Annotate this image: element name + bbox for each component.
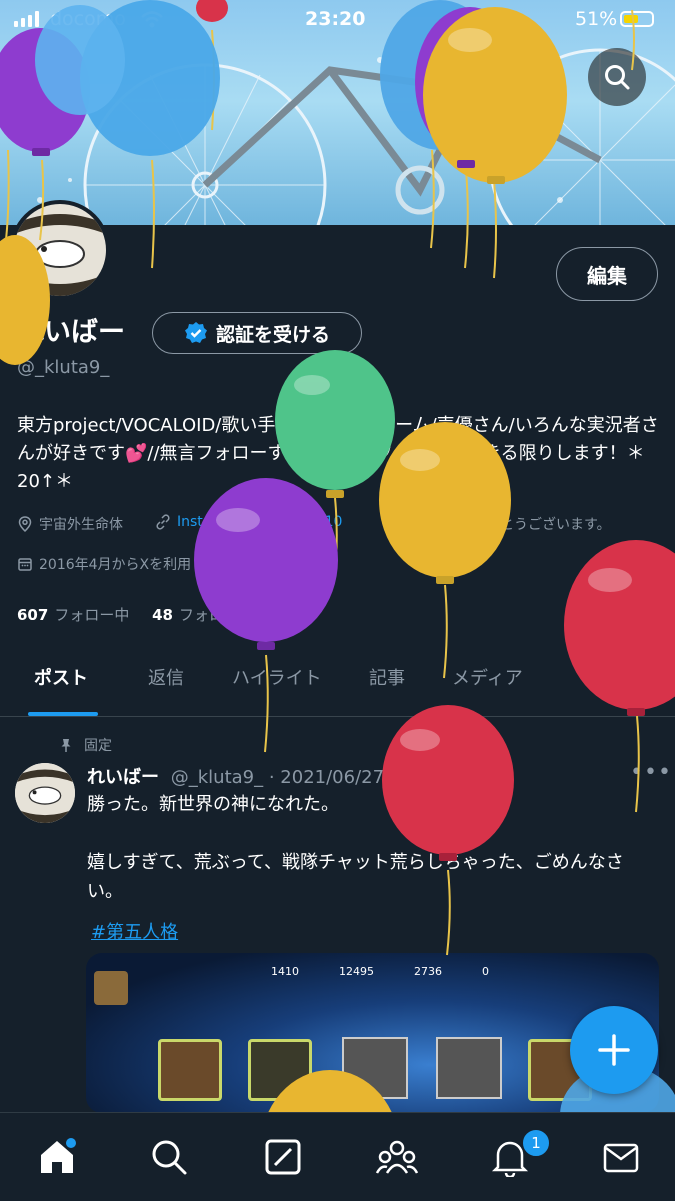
following-count: 607 bbox=[17, 606, 49, 624]
followers-link[interactable]: 48 フォロワー bbox=[152, 606, 254, 624]
door-icon bbox=[94, 971, 128, 1005]
nav-communities[interactable] bbox=[375, 1135, 419, 1179]
profile-avatar[interactable] bbox=[10, 200, 110, 300]
birthday-text: お誕生日おめでとうございます。 bbox=[402, 517, 611, 533]
tweet-date[interactable]: · 2021/06/27 bbox=[269, 767, 384, 788]
tweet-header: れいばー @_kluta9_ · 2021/06/27 bbox=[87, 763, 384, 789]
notification-badge: 1 bbox=[521, 1128, 551, 1158]
carrier-label: docomo bbox=[50, 8, 126, 30]
character-card bbox=[158, 1039, 222, 1101]
nav-home[interactable] bbox=[35, 1135, 79, 1179]
tab-likes[interactable]: いいね bbox=[585, 664, 639, 690]
tab-articles[interactable]: 記事 bbox=[369, 664, 405, 690]
verified-badge-icon bbox=[184, 322, 207, 343]
pin-icon bbox=[61, 739, 71, 752]
currency-2: 12495 bbox=[339, 965, 374, 978]
following-link[interactable]: 607 フォロー中 bbox=[17, 606, 129, 624]
compose-plus-icon bbox=[598, 1034, 630, 1066]
search-icon bbox=[605, 65, 630, 90]
bottom-navigation bbox=[0, 1112, 675, 1201]
nav-grok[interactable] bbox=[261, 1135, 305, 1179]
tweet-line-2: 嬉しすぎて、荒ぶって、戦隊チャット荒らしちゃった、ごめんなさい。 bbox=[87, 852, 624, 902]
signal-icon bbox=[14, 11, 44, 27]
item-card bbox=[436, 1037, 502, 1099]
more-icon[interactable]: ••• bbox=[630, 760, 672, 785]
battery-icon bbox=[620, 11, 654, 27]
tab-replies[interactable]: 返信 bbox=[148, 664, 184, 690]
calendar-icon bbox=[18, 558, 32, 571]
profile-link[interactable]: Instagram.com/kika310 bbox=[155, 514, 342, 530]
profile-birthday: お誕生日おめでとうございます。 bbox=[380, 514, 611, 534]
edit-profile-button[interactable]: 編集 bbox=[556, 247, 658, 301]
search-button[interactable] bbox=[588, 48, 646, 106]
location-text: 宇宙外生命体 bbox=[39, 517, 123, 533]
search-icon bbox=[152, 1140, 187, 1175]
wifi-icon bbox=[141, 11, 163, 28]
tweet-text: 勝った。新世界の神になれた。 嬉しすぎて、荒ぶって、戦隊チャット荒らしちゃった、… bbox=[87, 790, 657, 906]
character-card bbox=[248, 1039, 312, 1101]
profile-joined: 2016年4月からXを利用しています bbox=[17, 554, 261, 574]
grok-icon bbox=[265, 1139, 301, 1175]
currency-4: 0 bbox=[482, 965, 489, 978]
tweet-author-name[interactable]: れいばー bbox=[87, 767, 159, 788]
pinned-label: 固定 bbox=[84, 738, 112, 754]
mail-icon bbox=[603, 1143, 639, 1173]
profile-location: 宇宙外生命体 bbox=[17, 514, 123, 534]
active-tab-indicator bbox=[28, 712, 98, 716]
tab-posts[interactable]: ポスト bbox=[34, 664, 88, 690]
profile-name: れいばー bbox=[17, 317, 125, 348]
nav-messages[interactable] bbox=[599, 1135, 643, 1179]
balloon-icon bbox=[382, 516, 394, 531]
battery-percent: 51% bbox=[575, 8, 618, 30]
get-verified-button[interactable]: 認証を受ける bbox=[152, 312, 362, 354]
tweet-author-handle[interactable]: @_kluta9_ bbox=[171, 767, 263, 788]
following-label: フォロー中 bbox=[54, 606, 130, 624]
profile-handle: @_kluta9_ bbox=[17, 357, 110, 378]
tweet-line-1: 勝った。新世界の神になれた。 bbox=[87, 794, 339, 815]
currency-3: 2736 bbox=[414, 965, 442, 978]
currency-1: 1410 bbox=[271, 965, 299, 978]
pinned-indicator: 固定 bbox=[58, 735, 112, 755]
clock: 23:20 bbox=[305, 8, 366, 30]
joined-text: 2016年4月からXを利用しています bbox=[39, 557, 261, 573]
tab-media[interactable]: メディア bbox=[452, 664, 523, 690]
nav-search[interactable] bbox=[147, 1135, 191, 1179]
get-verified-label: 認証を受ける bbox=[215, 323, 330, 346]
compose-button[interactable] bbox=[570, 1006, 658, 1094]
status-bar: docomo 23:20 51% bbox=[0, 0, 675, 38]
location-icon bbox=[18, 516, 32, 532]
profile-tabs: ポスト 返信 ハイライト 記事 メディア いいね bbox=[0, 650, 675, 717]
follow-stats: 607 フォロー中 48 フォロワー bbox=[17, 604, 254, 625]
followers-count: 48 bbox=[152, 606, 173, 624]
link-icon bbox=[156, 514, 170, 530]
currency-bar: 1410 12495 2736 0 bbox=[271, 965, 489, 978]
link-text[interactable]: Instagram.com/kika310 bbox=[177, 514, 342, 530]
profile-bio: 東方project/VOCALOID/歌い手さん/アニメ/ゲーム/声優さん/いろ… bbox=[17, 415, 659, 492]
followers-label: フォロワー bbox=[178, 606, 254, 624]
home-icon bbox=[41, 1138, 76, 1173]
tab-highlights[interactable]: ハイライト bbox=[232, 664, 322, 690]
tweet-hashtag[interactable]: #第五人格 bbox=[91, 918, 178, 944]
item-card bbox=[342, 1037, 408, 1099]
tweet-avatar[interactable] bbox=[15, 763, 75, 823]
communities-icon bbox=[375, 1140, 419, 1174]
